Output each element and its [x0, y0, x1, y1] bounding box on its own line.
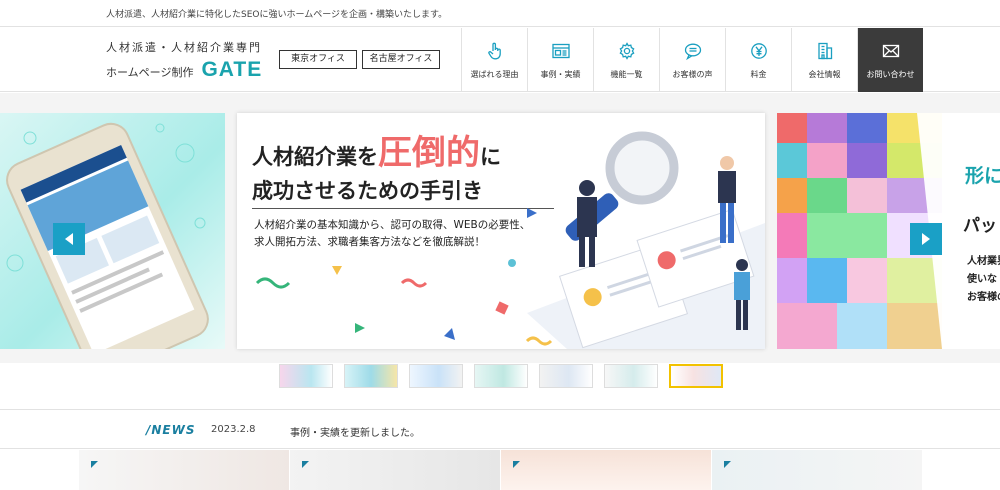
news-link[interactable]: 事例・実績を更新しました。	[290, 424, 420, 439]
site-logo[interactable]: 人材派遣・人材紹介業専門 ホームページ制作 GATE	[106, 39, 276, 82]
slider-thumbnail[interactable]	[539, 364, 593, 388]
yen-icon	[750, 43, 767, 59]
corner-mark-icon	[302, 461, 309, 468]
logo-line1: 人材派遣・人材紹介業専門	[106, 41, 262, 54]
top-bar: 人材派遣、人材紹介業に特化したSEOに強いホームページを企画・構築いたします。	[0, 0, 1000, 27]
next-slide-text1: 形に	[965, 165, 1000, 187]
next-slide-lines: 人材業界 使いな お客様の	[967, 253, 1000, 307]
nav-item-features[interactable]: 機能一覧	[593, 28, 659, 92]
logo-line2: ホームページ制作 GATE	[106, 58, 276, 82]
nav-label: お客様の声	[672, 70, 713, 79]
slider-thumbnail[interactable]	[279, 364, 333, 388]
logo-brand: GATE	[201, 58, 263, 81]
nav-label: お問い合わせ	[866, 70, 915, 79]
nav-item-contact[interactable]: お問い合わせ	[857, 28, 923, 92]
mail-icon	[882, 44, 899, 58]
logo-sub: ホームページ制作	[106, 66, 194, 79]
slider-thumbnails	[279, 364, 734, 388]
nagoya-office-button[interactable]: 名古屋オフィス	[362, 50, 440, 69]
slider-thumbnail[interactable]	[409, 364, 463, 388]
nav-item-reasons[interactable]: 選ばれる理由	[461, 28, 527, 92]
slider-thumbnail[interactable]	[604, 364, 658, 388]
news-heading: /NEWS	[146, 423, 196, 437]
content-card[interactable]	[712, 450, 922, 490]
slider-prev-button[interactable]	[53, 223, 85, 255]
slider-thumbnail-active[interactable]	[669, 364, 723, 388]
news-bar: /NEWS 2023.2.8 事例・実績を更新しました。	[0, 409, 1000, 449]
nav-item-company[interactable]: 会社情報	[791, 28, 857, 92]
site-header: 人材派遣・人材紹介業専門 ホームページ制作 GATE 東京オフィス 名古屋オフィ…	[0, 28, 1000, 92]
site-tagline: 人材派遣、人材紹介業に特化したSEOに強いホームページを企画・構築いたします。	[106, 10, 448, 20]
phone-mockup-illustration	[6, 122, 209, 349]
hero-slider: 人材紹介業を圧倒的に 成功させるための手引き 人材紹介業の基本知識から、認可の取…	[0, 93, 1000, 363]
magnifier-people-illustration	[255, 131, 765, 349]
speech-bubble-icon	[684, 43, 701, 61]
content-card[interactable]	[290, 450, 500, 490]
chevron-right-icon	[922, 233, 930, 245]
content-card[interactable]	[79, 450, 289, 490]
next-slide-text2: パッ	[963, 216, 997, 236]
next-slide-line1: 人材業界	[967, 256, 1000, 267]
global-nav: 選ばれる理由 事例・実績 機能一覧 お客様の声 料金 会社情報 お問い合わせ	[461, 28, 923, 92]
nav-label: 機能一覧	[610, 70, 643, 79]
slider-thumbnail[interactable]	[474, 364, 528, 388]
nav-item-price[interactable]: 料金	[725, 28, 791, 92]
building-icon	[817, 42, 832, 60]
gear-icon	[619, 42, 634, 60]
nav-label: 料金	[750, 70, 767, 79]
content-cards	[79, 450, 923, 490]
slide-current[interactable]: 人材紹介業を圧倒的に 成功させるための手引き 人材紹介業の基本知識から、認可の取…	[237, 113, 765, 349]
tokyo-office-button[interactable]: 東京オフィス	[279, 50, 357, 69]
next-slide-line3: お客様の	[967, 292, 1000, 303]
nav-label: 選ばれる理由	[470, 70, 519, 79]
slide-next[interactable]: 形に パッ 人材業界 使いな お客様の	[777, 113, 1000, 349]
content-card[interactable]	[501, 450, 711, 490]
slider-next-button[interactable]	[910, 223, 942, 255]
nav-label: 会社情報	[808, 70, 841, 79]
pointer-hand-icon	[487, 42, 501, 60]
next-slide-line2: 使いな	[967, 274, 997, 285]
corner-mark-icon	[513, 461, 520, 468]
browser-window-icon	[551, 43, 570, 59]
news-date: 2023.2.8	[211, 424, 256, 435]
corner-mark-icon	[91, 461, 98, 468]
nav-label: 事例・実績	[540, 70, 581, 79]
nav-item-cases[interactable]: 事例・実績	[527, 28, 593, 92]
slider-thumbnail[interactable]	[344, 364, 398, 388]
nav-item-voice[interactable]: お客様の声	[659, 28, 725, 92]
slide-previous[interactable]	[0, 113, 225, 349]
corner-mark-icon	[724, 461, 731, 468]
chevron-left-icon	[65, 233, 73, 245]
